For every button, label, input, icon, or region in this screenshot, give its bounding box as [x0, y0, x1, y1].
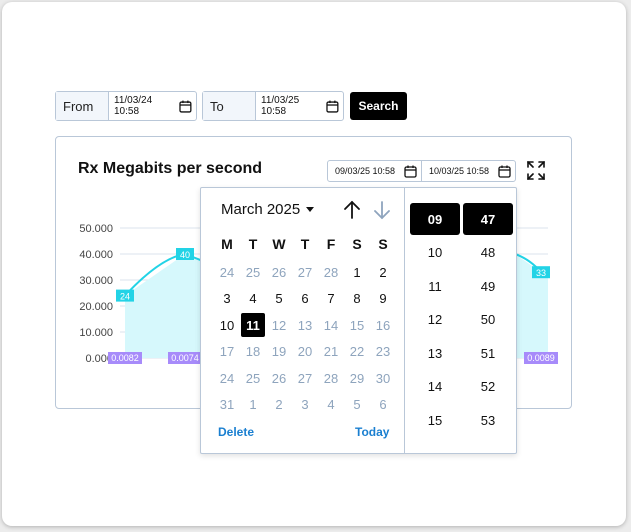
to-datetime-input[interactable]: 11/03/25 10:58 — [256, 92, 343, 120]
day-cell[interactable]: 2 — [371, 260, 395, 284]
day-cell[interactable]: 20 — [293, 340, 317, 364]
day-cell[interactable]: 18 — [241, 340, 265, 364]
day-cell[interactable]: 26 — [267, 260, 291, 284]
hour-option[interactable]: 11 — [410, 270, 460, 302]
day-cell[interactable]: 13 — [293, 313, 317, 337]
day-cell[interactable]: 3 — [293, 393, 317, 417]
hour-option[interactable]: 12 — [410, 304, 460, 336]
day-cell[interactable]: 21 — [319, 340, 343, 364]
picker-divider — [404, 188, 405, 453]
minute-option[interactable]: 50 — [463, 304, 513, 336]
caret-down-icon — [306, 207, 315, 212]
delete-button[interactable]: Delete — [218, 425, 254, 439]
from-field: From 11/03/24 10:58 — [55, 91, 197, 121]
calendar-icon[interactable] — [404, 165, 417, 178]
day-cell[interactable]: 4 — [319, 393, 343, 417]
day-cell[interactable]: 1 — [241, 393, 265, 417]
minute-option[interactable]: 47 — [463, 203, 513, 235]
day-cell[interactable]: 5 — [345, 393, 369, 417]
arrow-down-icon[interactable] — [371, 199, 393, 221]
calendar-icon[interactable] — [498, 165, 511, 178]
day-cell[interactable]: 28 — [319, 260, 343, 284]
search-button[interactable]: Search — [350, 92, 407, 120]
hour-option[interactable]: 13 — [410, 337, 460, 369]
day-cell[interactable]: 24 — [215, 366, 239, 390]
fullscreen-icon[interactable] — [527, 161, 545, 180]
day-cell[interactable]: 29 — [345, 366, 369, 390]
from-datetime-input[interactable]: 11/03/24 10:58 — [109, 92, 196, 120]
day-cell[interactable]: 28 — [319, 366, 343, 390]
day-cell[interactable]: 24 — [215, 260, 239, 284]
from-label: From — [56, 92, 109, 120]
minute-option[interactable]: 51 — [463, 337, 513, 369]
hour-option[interactable]: 10 — [410, 237, 460, 269]
chart-title: Rx Megabits per second — [78, 160, 263, 177]
range-end-value: 10/03/25 10:58 — [429, 166, 490, 176]
minute-option[interactable]: 49 — [463, 270, 513, 302]
day-cell[interactable]: 3 — [215, 287, 239, 311]
day-cell[interactable]: 25 — [241, 366, 265, 390]
calendar-icon[interactable] — [326, 100, 339, 113]
day-cell[interactable]: 12 — [267, 313, 291, 337]
today-button[interactable]: Today — [355, 425, 389, 439]
weekday-header: M — [221, 236, 233, 252]
day-cell[interactable]: 15 — [345, 313, 369, 337]
day-cell[interactable]: 7 — [319, 287, 343, 311]
arrow-up-icon[interactable] — [341, 199, 363, 221]
from-value: 11/03/24 10:58 — [114, 95, 153, 117]
weekday-header: T — [300, 236, 310, 252]
day-cell[interactable]: 25 — [241, 260, 265, 284]
day-cell[interactable]: 26 — [267, 366, 291, 390]
day-cell[interactable]: 16 — [371, 313, 395, 337]
range-start-value: 09/03/25 10:58 — [335, 166, 396, 176]
minute-option[interactable]: 48 — [463, 237, 513, 269]
minute-option[interactable]: 53 — [463, 404, 513, 436]
day-cell[interactable]: 5 — [267, 287, 291, 311]
day-cell[interactable]: 17 — [215, 340, 239, 364]
range-end-input[interactable]: 10/03/25 10:58 — [421, 161, 515, 181]
day-cell[interactable]: 23 — [371, 340, 395, 364]
day-cell[interactable]: 30 — [371, 366, 395, 390]
to-field: To 11/03/25 10:58 — [202, 91, 344, 121]
chart-range-picker: 09/03/25 10:58 10/03/25 10:58 — [327, 160, 516, 182]
hour-option[interactable]: 09 — [410, 203, 460, 235]
day-cell[interactable]: 6 — [371, 393, 395, 417]
weekday-header: S — [378, 236, 388, 252]
day-cell[interactable]: 4 — [241, 287, 265, 311]
weekday-header: F — [326, 236, 336, 252]
day-cell[interactable]: 6 — [293, 287, 317, 311]
day-cell[interactable]: 27 — [293, 260, 317, 284]
hour-option[interactable]: 14 — [410, 371, 460, 403]
hour-option[interactable]: 15 — [410, 404, 460, 436]
day-cell[interactable]: 19 — [267, 340, 291, 364]
datetime-picker-popup: March 2025 Delete Today M T W T F S S 24 25 26 27 2… — [200, 187, 517, 454]
day-cell[interactable]: 2 — [267, 393, 291, 417]
day-cell[interactable]: 8 — [345, 287, 369, 311]
month-selector[interactable]: March 2025 — [221, 201, 315, 218]
weekday-header: T — [248, 236, 258, 252]
weekday-header: W — [272, 236, 286, 252]
day-cell[interactable]: 22 — [345, 340, 369, 364]
day-cell[interactable]: 27 — [293, 366, 317, 390]
day-cell[interactable]: 9 — [371, 287, 395, 311]
range-start-input[interactable]: 09/03/25 10:58 — [328, 161, 421, 181]
calendar-icon[interactable] — [179, 100, 192, 113]
to-value: 11/03/25 10:58 — [261, 95, 300, 117]
minute-option[interactable]: 52 — [463, 371, 513, 403]
to-label: To — [203, 92, 256, 120]
day-cell[interactable]: 14 — [319, 313, 343, 337]
weekday-header: S — [352, 236, 362, 252]
day-cell[interactable]: 31 — [215, 393, 239, 417]
day-cell-selected[interactable]: 11 — [241, 313, 265, 337]
day-cell[interactable]: 1 — [345, 260, 369, 284]
day-cell[interactable]: 10 — [215, 313, 239, 337]
month-label: March 2025 — [221, 201, 301, 218]
